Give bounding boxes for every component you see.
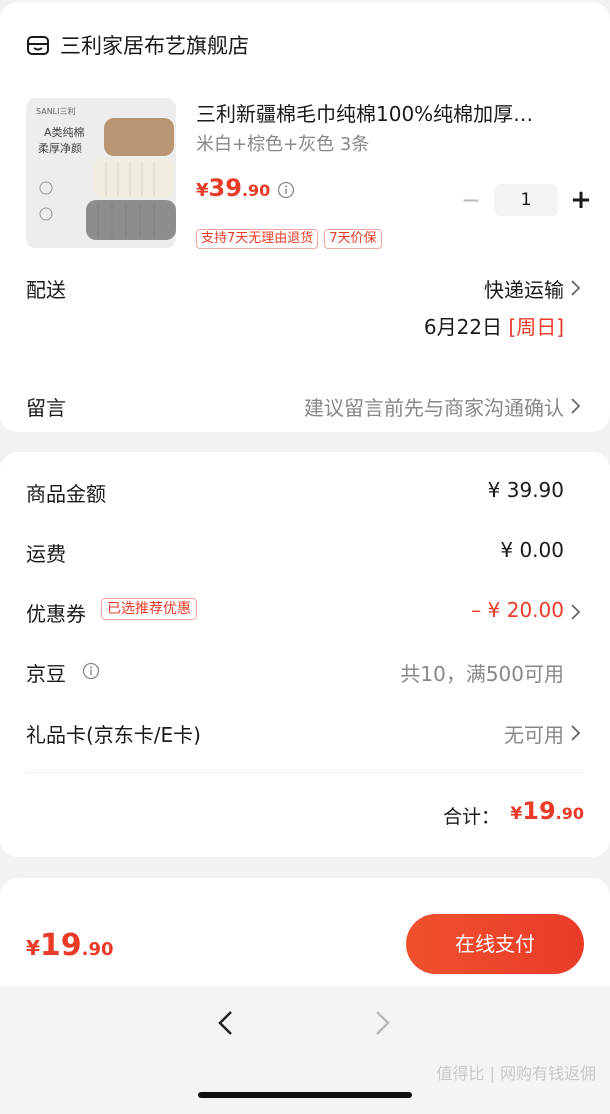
return-policy-tag: 支持7天无理由退货: [196, 229, 319, 249]
service-tags: 支持7天无理由退货 7天价保: [196, 229, 388, 249]
price-info-icon[interactable]: [277, 181, 295, 199]
svg-text:柔厚净颜: 柔厚净颜: [38, 141, 82, 155]
total-label: 合计：: [442, 806, 500, 828]
message-input[interactable]: 建议留言前先与商家沟通确认: [304, 392, 564, 421]
svg-text:A类纯棉: A类纯棉: [44, 125, 85, 139]
product-title[interactable]: 三利新疆棉毛巾纯棉100%纯棉加厚…: [196, 98, 586, 127]
giftcard-value[interactable]: 无可用: [504, 719, 564, 748]
goods-amount-label: 商品金额: [26, 482, 106, 506]
checkout-total: ¥19.90: [26, 928, 114, 963]
home-indicator[interactable]: [198, 1092, 412, 1098]
store-icon: [27, 36, 49, 55]
product-price: ¥39.90: [196, 174, 271, 202]
price-protection-tag: 7天价保: [324, 229, 382, 249]
svg-text:SANLI三利: SANLI三利: [36, 106, 76, 116]
delivery-label: 配送: [26, 278, 66, 302]
coupon-badge: 已选推荐优惠: [101, 598, 197, 620]
divider: [26, 772, 584, 773]
giftcard-label: 礼品卡(京东卡/E卡): [26, 723, 201, 747]
forward-arrow-icon[interactable]: [370, 1008, 394, 1038]
goods-amount-value: ¥ 39.90: [487, 478, 564, 502]
price-summary-card: 商品金额 ¥ 39.90 运费 ¥ 0.00 优惠券 已选推荐优惠 – ¥ 20…: [0, 452, 610, 857]
total-value: ¥19.90: [510, 797, 584, 825]
shipping-label: 运费: [26, 542, 66, 566]
back-arrow-icon[interactable]: [214, 1008, 238, 1038]
pay-online-button[interactable]: 在线支付: [406, 914, 584, 974]
jingdou-info-icon[interactable]: [82, 662, 100, 680]
chevron-right-icon[interactable]: [570, 723, 582, 743]
watermark: 值得比 | 网购有钱返佣: [436, 1064, 596, 1083]
delivery-date: 6月22日 [周日]: [423, 315, 564, 339]
coupon-label: 优惠券: [26, 602, 86, 626]
delivery-method[interactable]: 快递运输: [484, 274, 564, 303]
quantity-input[interactable]: 1: [494, 184, 558, 216]
chevron-right-icon[interactable]: [570, 396, 582, 416]
shipping-value: ¥ 0.00: [500, 538, 564, 562]
quantity-stepper: − 1 +: [456, 184, 596, 216]
product-spec[interactable]: 米白+棕色+灰色 3条: [196, 130, 369, 156]
order-item-card: 三利家居布艺旗舰店 SANLI三利 A类纯棉 柔厚净颜 三利新疆棉毛巾纯棉100…: [0, 2, 610, 432]
browser-nav-bar: 值得比 | 网购有钱返佣: [0, 986, 610, 1114]
jingdou-label: 京豆: [26, 662, 66, 686]
chevron-right-icon[interactable]: [570, 602, 582, 622]
quantity-minus-button[interactable]: −: [456, 184, 486, 216]
message-label: 留言: [26, 396, 66, 420]
delivery-weekday: [周日]: [508, 315, 564, 339]
towel-image: SANLI三利 A类纯棉 柔厚净颜: [26, 98, 176, 248]
store-header[interactable]: 三利家居布艺旗舰店: [26, 30, 249, 60]
chevron-right-icon[interactable]: [570, 278, 582, 298]
quantity-plus-button[interactable]: +: [566, 184, 596, 216]
product-image[interactable]: SANLI三利 A类纯棉 柔厚净颜: [26, 98, 176, 248]
coupon-value[interactable]: – ¥ 20.00: [471, 598, 564, 622]
checkout-bar: ¥19.90 在线支付: [0, 904, 610, 986]
jingdou-value: 共10，满500可用: [400, 662, 564, 686]
store-name: 三利家居布艺旗舰店: [60, 34, 249, 58]
